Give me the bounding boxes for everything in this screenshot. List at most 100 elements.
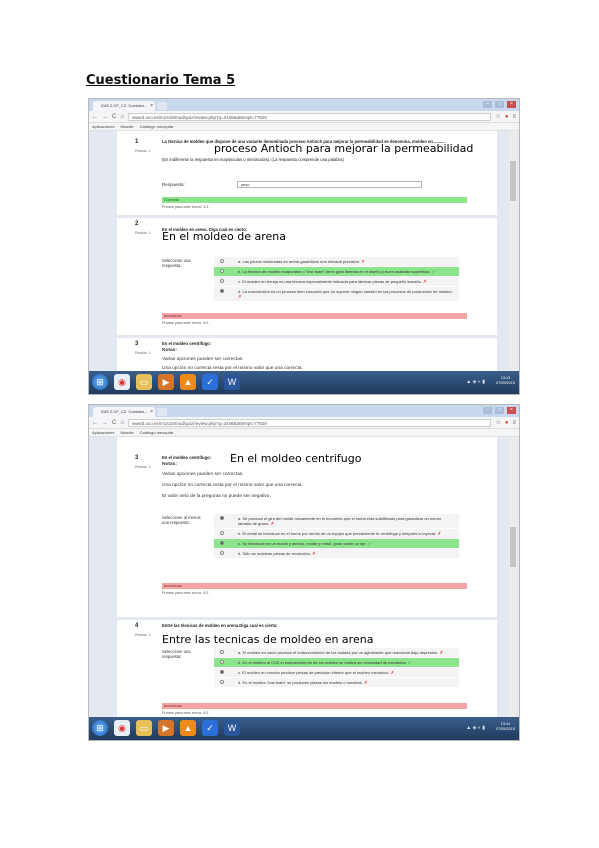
word-icon[interactable]: W xyxy=(224,720,240,736)
scrollbar-thumb[interactable] xyxy=(510,161,516,201)
browser-tab[interactable]: IDIS 2-CF_C2: Cuestión... × xyxy=(93,407,155,417)
notes-line: Una opción no correcta resta por el mism… xyxy=(162,483,303,488)
option-d[interactable]: d. La macrofusión es un proceso bien con… xyxy=(214,287,459,301)
back-icon[interactable]: ← xyxy=(92,420,98,426)
chrome-icon[interactable]: ◉ xyxy=(114,720,130,736)
check-app-icon[interactable]: ✓ xyxy=(202,374,218,390)
media-player-icon[interactable]: ▶ xyxy=(158,374,174,390)
clock[interactable]: 13:13 07/05/2015 xyxy=(496,376,515,386)
maximize-button[interactable]: □ xyxy=(495,101,504,108)
question-3: 3 Puntúa: 1 En el moldeo centrifugo: Not… xyxy=(117,455,497,595)
bookmark-item[interactable]: Catálogo mezquita xyxy=(140,123,173,130)
select-label: Seleccione al menos una respuesta: xyxy=(162,515,201,525)
maximize-button[interactable]: □ xyxy=(495,407,504,414)
radio-button[interactable] xyxy=(220,660,224,664)
question-text: En el moldeo centrifugo: xyxy=(162,341,212,346)
option-c[interactable]: c. El moldeo en terraja es una técnica e… xyxy=(214,277,459,286)
windows-start-icon[interactable]: ⊞ xyxy=(92,374,108,390)
scrollbar[interactable] xyxy=(509,131,517,381)
question-hint: (Es indiferente la respuesta en mayúscul… xyxy=(162,157,344,162)
word-icon[interactable]: W xyxy=(224,374,240,390)
question-separator xyxy=(117,335,497,338)
tab-close-icon[interactable]: × xyxy=(150,407,153,417)
option-a[interactable]: a. Se produce el giro del molde únicamen… xyxy=(214,514,459,528)
reload-icon[interactable]: C xyxy=(112,420,116,426)
bookmark-item[interactable]: Moodle xyxy=(120,123,133,130)
reload-icon[interactable]: C xyxy=(112,114,116,120)
checkbox-checked[interactable] xyxy=(220,516,224,520)
back-icon[interactable]: ← xyxy=(92,114,98,120)
close-window-button[interactable]: × xyxy=(507,407,516,414)
folder-icon[interactable]: ▭ xyxy=(136,374,152,390)
star-icon[interactable]: ☆ xyxy=(495,419,500,426)
system-tray-icons[interactable]: ▲ ◈ ◐ ▮ xyxy=(466,379,485,385)
new-tab-button[interactable] xyxy=(157,408,167,416)
radio-button-selected[interactable] xyxy=(220,670,224,674)
option-c[interactable]: c. El moldeo en concha produce piezas de… xyxy=(214,668,459,677)
quiz-review-content: 3 Puntúa: 1 En el moldeo centrifugo: Not… xyxy=(117,437,497,727)
bookmark-item[interactable]: Aplicaciones xyxy=(92,123,114,130)
tab-close-icon[interactable]: × xyxy=(150,101,153,111)
option-b[interactable]: b. En el moldeo al CO2 el endurecimiento… xyxy=(214,658,459,667)
extension-icon[interactable]: ● xyxy=(505,114,509,120)
radio-button[interactable] xyxy=(220,269,224,273)
tab-title: IDIS 2-CF_C2: Cuestión... xyxy=(101,409,148,414)
vlc-icon[interactable]: ▲ xyxy=(180,720,196,736)
star-icon[interactable]: ☆ xyxy=(495,113,500,120)
minimize-button[interactable]: – xyxy=(483,407,492,414)
radio-button[interactable] xyxy=(220,650,224,654)
home-icon[interactable]: ⌂ xyxy=(120,114,124,120)
option-a[interactable]: a. El moldeo en vacío produce el endurec… xyxy=(214,648,459,657)
minimize-button[interactable]: – xyxy=(483,101,492,108)
handwritten-note: Entre las tecnicas de moldeo en arena xyxy=(162,633,374,646)
browser-tab[interactable]: IDIS 2-CF_C2: Cuestión... × xyxy=(93,101,155,111)
new-tab-button[interactable] xyxy=(157,102,167,110)
option-d[interactable]: d. En el moldeo "lost foam" se producen … xyxy=(214,678,459,687)
question-separator xyxy=(117,617,497,620)
windows-start-icon[interactable]: ⊞ xyxy=(92,720,108,736)
extension-icon[interactable]: ● xyxy=(505,420,509,426)
scrollbar-thumb[interactable] xyxy=(510,527,516,567)
page-viewport: 1 Puntúa: 1 La técnica de moldeo que dis… xyxy=(89,131,519,381)
home-icon[interactable]: ⌂ xyxy=(120,420,124,426)
radio-button[interactable] xyxy=(220,259,224,263)
score-text: Puntos para este envío: 1/1. xyxy=(162,205,210,209)
forward-icon[interactable]: → xyxy=(102,114,108,120)
option-c[interactable]: c. Se introduce en un molde y ambos, mol… xyxy=(214,539,459,548)
question-number: 1 xyxy=(135,139,139,145)
option-b[interactable]: b. El metal se introduce en el horno por… xyxy=(214,529,459,538)
option-b[interactable]: b. La técnica de modelo evaporable o "lo… xyxy=(214,267,459,276)
media-player-icon[interactable]: ▶ xyxy=(158,720,174,736)
checkbox[interactable] xyxy=(220,551,224,555)
url-input[interactable]: www3.uco.es/m1415/mod/quiz/review.php?q=… xyxy=(127,418,492,427)
system-tray-icons[interactable]: ▲ ◈ ◐ ▮ xyxy=(466,725,485,731)
option-a[interactable]: a. Las piezas moldeadas en arena garanti… xyxy=(214,257,459,266)
radio-button[interactable] xyxy=(220,279,224,283)
radio-button[interactable] xyxy=(220,680,224,684)
options-list: a. Se produce el giro del molde únicamen… xyxy=(214,514,459,559)
close-window-button[interactable]: × xyxy=(507,101,516,108)
forward-icon[interactable]: → xyxy=(102,420,108,426)
bookmark-item[interactable]: Aplicaciones xyxy=(92,429,114,436)
chrome-icon[interactable]: ◉ xyxy=(114,374,130,390)
url-input[interactable]: www3.uco.es/m1415/mod/quiz/review.php?q=… xyxy=(127,112,492,121)
option-d[interactable]: d. Sólo se moldean piezas de revolución.… xyxy=(214,549,459,558)
menu-icon[interactable]: ≡ xyxy=(512,420,516,426)
scrollbar[interactable] xyxy=(509,437,517,727)
menu-icon[interactable]: ≡ xyxy=(512,114,516,120)
radio-button-selected[interactable] xyxy=(220,289,224,293)
bookmark-item[interactable]: Moodle xyxy=(120,429,133,436)
taskbar-apps: ⊞ ◉ ▭ ▶ ▲ ✓ W xyxy=(92,720,240,736)
clock[interactable]: 13:14 07/05/2015 xyxy=(496,722,515,732)
tab-bar: IDIS 2-CF_C2: Cuestión... × – □ × xyxy=(89,405,519,417)
question-text: Entre las técnicas de moldeo en arena.Di… xyxy=(162,623,278,628)
answer-field[interactable]: yeso xyxy=(237,181,422,188)
feedback-incorrect: Incorrecto xyxy=(162,583,467,589)
bookmark-item[interactable]: Catálogo mezquita xyxy=(140,429,173,436)
vlc-icon[interactable]: ▲ xyxy=(180,374,196,390)
check-app-icon[interactable]: ✓ xyxy=(202,720,218,736)
checkbox[interactable] xyxy=(220,531,224,535)
folder-icon[interactable]: ▭ xyxy=(136,720,152,736)
cross-icon: ✗ xyxy=(364,680,368,685)
checkbox-checked[interactable] xyxy=(220,541,224,545)
